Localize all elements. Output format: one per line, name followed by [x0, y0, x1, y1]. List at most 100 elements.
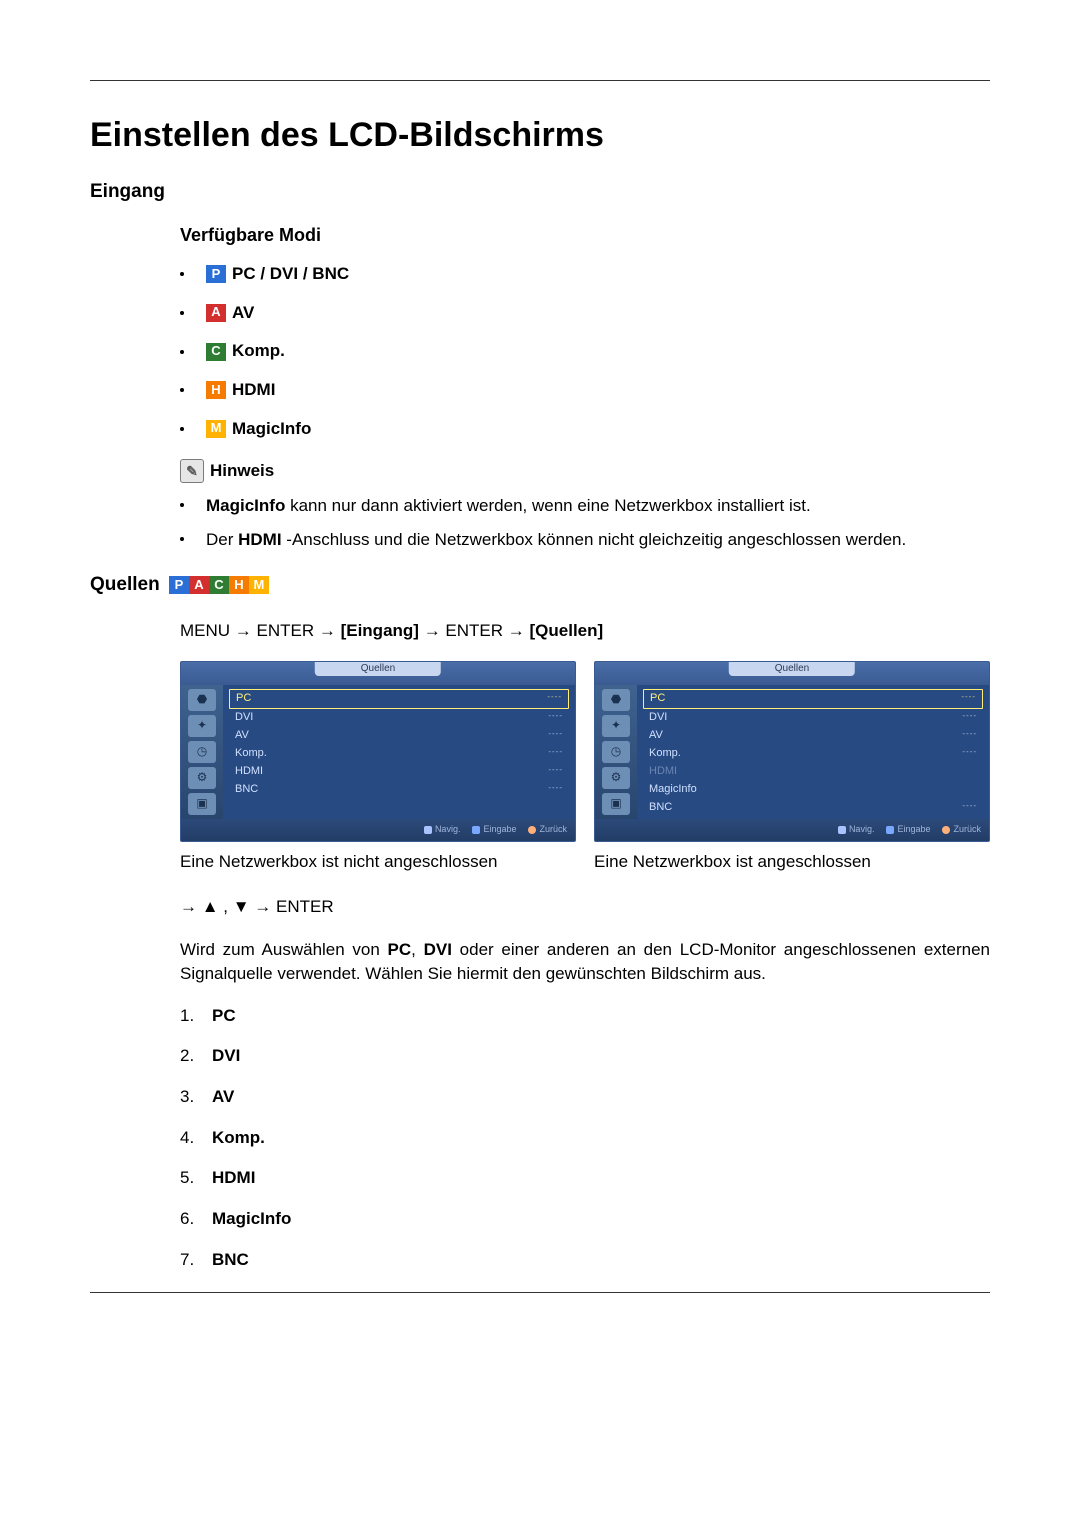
osd-row-name: AV — [649, 728, 663, 744]
quellen-label: Quellen — [90, 574, 160, 595]
osd-footer-nav: Navig. — [838, 823, 875, 836]
osd-row: AV---- — [229, 727, 569, 745]
osd-row-name: Komp. — [649, 746, 681, 762]
osd-footer-back: Zurück — [942, 823, 981, 836]
mode-item-magicinfo: M MagicInfo — [180, 417, 990, 442]
caption-a: Eine Netzwerkbox ist nicht angeschlossen — [180, 850, 576, 875]
caption-b: Eine Netzwerkbox ist angeschlossen — [594, 850, 990, 875]
desc-text: Wird zum Auswählen von — [180, 940, 388, 959]
osd-side-icon: ▣ — [188, 793, 216, 815]
bullet-dot — [180, 311, 184, 315]
note-tail: -Anschluss und die Netzwerkbox können ni… — [282, 530, 907, 549]
nav-text: → ENTER → — [419, 621, 530, 640]
osd-footer-back: Zurück — [528, 823, 567, 836]
note-item-2: Der HDMI -Anschluss und die Netzwerkbox … — [180, 528, 990, 553]
osd-side-icon: ✦ — [602, 715, 630, 737]
page-title: Einstellen des LCD-Bildschirms — [90, 111, 990, 160]
quellen-badges: P A C H M — [169, 576, 269, 594]
page: Einstellen des LCD-Bildschirms Eingang V… — [90, 0, 990, 1393]
osd-row-value: ---- — [962, 710, 977, 726]
mode-label: AV — [232, 301, 254, 326]
osd-row-value: ---- — [548, 710, 563, 726]
mode-item-komp: C Komp. — [180, 339, 990, 364]
source-ordered-list: PC DVI AV Komp. HDMI MagicInfo BNC — [180, 1004, 990, 1272]
badge-m-icon: M — [249, 576, 269, 594]
desc-bold: DVI — [424, 940, 452, 959]
osd-row-name: BNC — [235, 782, 258, 798]
modes-heading: Verfügbare Modi — [180, 222, 990, 248]
osd-sidebar: ⬣ ✦ ◷ ⚙ ▣ — [181, 685, 223, 819]
desc-text: , — [411, 940, 423, 959]
badge-c-icon: C — [209, 576, 229, 594]
osd-footer: Navig. Eingabe Zurück — [595, 819, 989, 841]
note-text: MagicInfo kann nur dann aktiviert werden… — [206, 494, 811, 519]
note-text: Der HDMI -Anschluss und die Netzwerkbox … — [206, 528, 990, 553]
note-tail: kann nur dann aktiviert werden, wenn ein… — [285, 496, 810, 515]
mode-item-hdmi: H HDMI — [180, 378, 990, 403]
osd-row-value: ---- — [548, 746, 563, 762]
osd-row: DVI ---- — [229, 709, 569, 727]
note-icon: ✎ — [180, 459, 204, 483]
osd-side-icon: ▣ — [602, 793, 630, 815]
osd-row: BNC ---- — [229, 781, 569, 799]
osd-row-value: ---- — [548, 764, 563, 780]
osd-row-name: DVI — [649, 710, 667, 726]
badge-h-icon: H — [229, 576, 249, 594]
osd-title: Quellen — [729, 662, 855, 676]
osd-row: DVI ---- — [643, 709, 983, 727]
badge-m-icon: M — [206, 420, 226, 438]
osd-row-name: BNC — [649, 800, 672, 816]
osd-body: ⬣ ✦ ◷ ⚙ ▣ PC----DVI----AV----Komp.----HD… — [595, 685, 989, 819]
osd-header: Quellen — [595, 662, 989, 685]
bullet-dot — [180, 503, 184, 507]
osd-side-icon: ◷ — [188, 741, 216, 763]
desc-bold: PC — [388, 940, 412, 959]
osd-footer-enter: Eingabe — [472, 823, 516, 836]
osd-row-value: ---- — [961, 691, 976, 707]
mode-label: HDMI — [232, 378, 275, 403]
bottom-rule — [90, 1292, 990, 1293]
mode-label: MagicInfo — [232, 417, 311, 442]
osd-footer: Navig. Eingabe Zurück — [181, 819, 575, 841]
nav-text: MENU → ENTER → — [180, 621, 341, 640]
bullet-dot — [180, 350, 184, 354]
nav-steps-2: → ▲ , ▼ → ENTER — [180, 895, 990, 920]
osd-sidebar: ⬣ ✦ ◷ ⚙ ▣ — [595, 685, 637, 819]
osd-row: HDMI — [643, 763, 983, 781]
osd-row: BNC---- — [643, 799, 983, 817]
osd-row-value: ---- — [547, 691, 562, 707]
bullet-dot — [180, 272, 184, 276]
osd-shot-b: Quellen ⬣ ✦ ◷ ⚙ ▣ PC----DVI----AV----Kom… — [594, 661, 990, 842]
osd-footer-enter: Eingabe — [886, 823, 930, 836]
quellen-description: Wird zum Auswählen von PC, DVI oder eine… — [180, 938, 990, 987]
osd-row-value: ---- — [548, 728, 563, 744]
nav-bold: Quellen — [535, 621, 597, 640]
osd-side-icon: ✦ — [188, 715, 216, 737]
top-rule — [90, 80, 990, 81]
bullet-dot — [180, 388, 184, 392]
section-eingang-heading: Eingang — [90, 178, 990, 206]
osd-row-value: ---- — [548, 782, 563, 798]
osd-side-icon: ⚙ — [188, 767, 216, 789]
note-pre: Der — [206, 530, 238, 549]
osd-side-icon: ⚙ — [602, 767, 630, 789]
badge-c-icon: C — [206, 343, 226, 361]
osd-row-name: DVI — [235, 710, 253, 726]
section-quellen-heading: Quellen P A C H M — [90, 571, 990, 599]
note-bold: HDMI — [238, 530, 281, 549]
badge-h-icon: H — [206, 381, 226, 399]
osd-row: PC ---- — [229, 689, 569, 709]
osd-row: Komp.---- — [229, 745, 569, 763]
osd-row-name: PC — [236, 691, 251, 707]
nav-bold: Eingang — [346, 621, 413, 640]
osd-body: ⬣ ✦ ◷ ⚙ ▣ PC----DVI----AV----Komp.----HD… — [181, 685, 575, 819]
mode-label: Komp. — [232, 339, 285, 364]
bullet-dot — [180, 427, 184, 431]
mode-item-av: A AV — [180, 301, 990, 326]
list-item: AV — [180, 1085, 990, 1110]
osd-footer-nav: Navig. — [424, 823, 461, 836]
list-item: PC — [180, 1004, 990, 1029]
osd-row: Komp.---- — [643, 745, 983, 763]
badge-p-icon: P — [206, 265, 226, 283]
mode-label: PC / DVI / BNC — [232, 262, 349, 287]
